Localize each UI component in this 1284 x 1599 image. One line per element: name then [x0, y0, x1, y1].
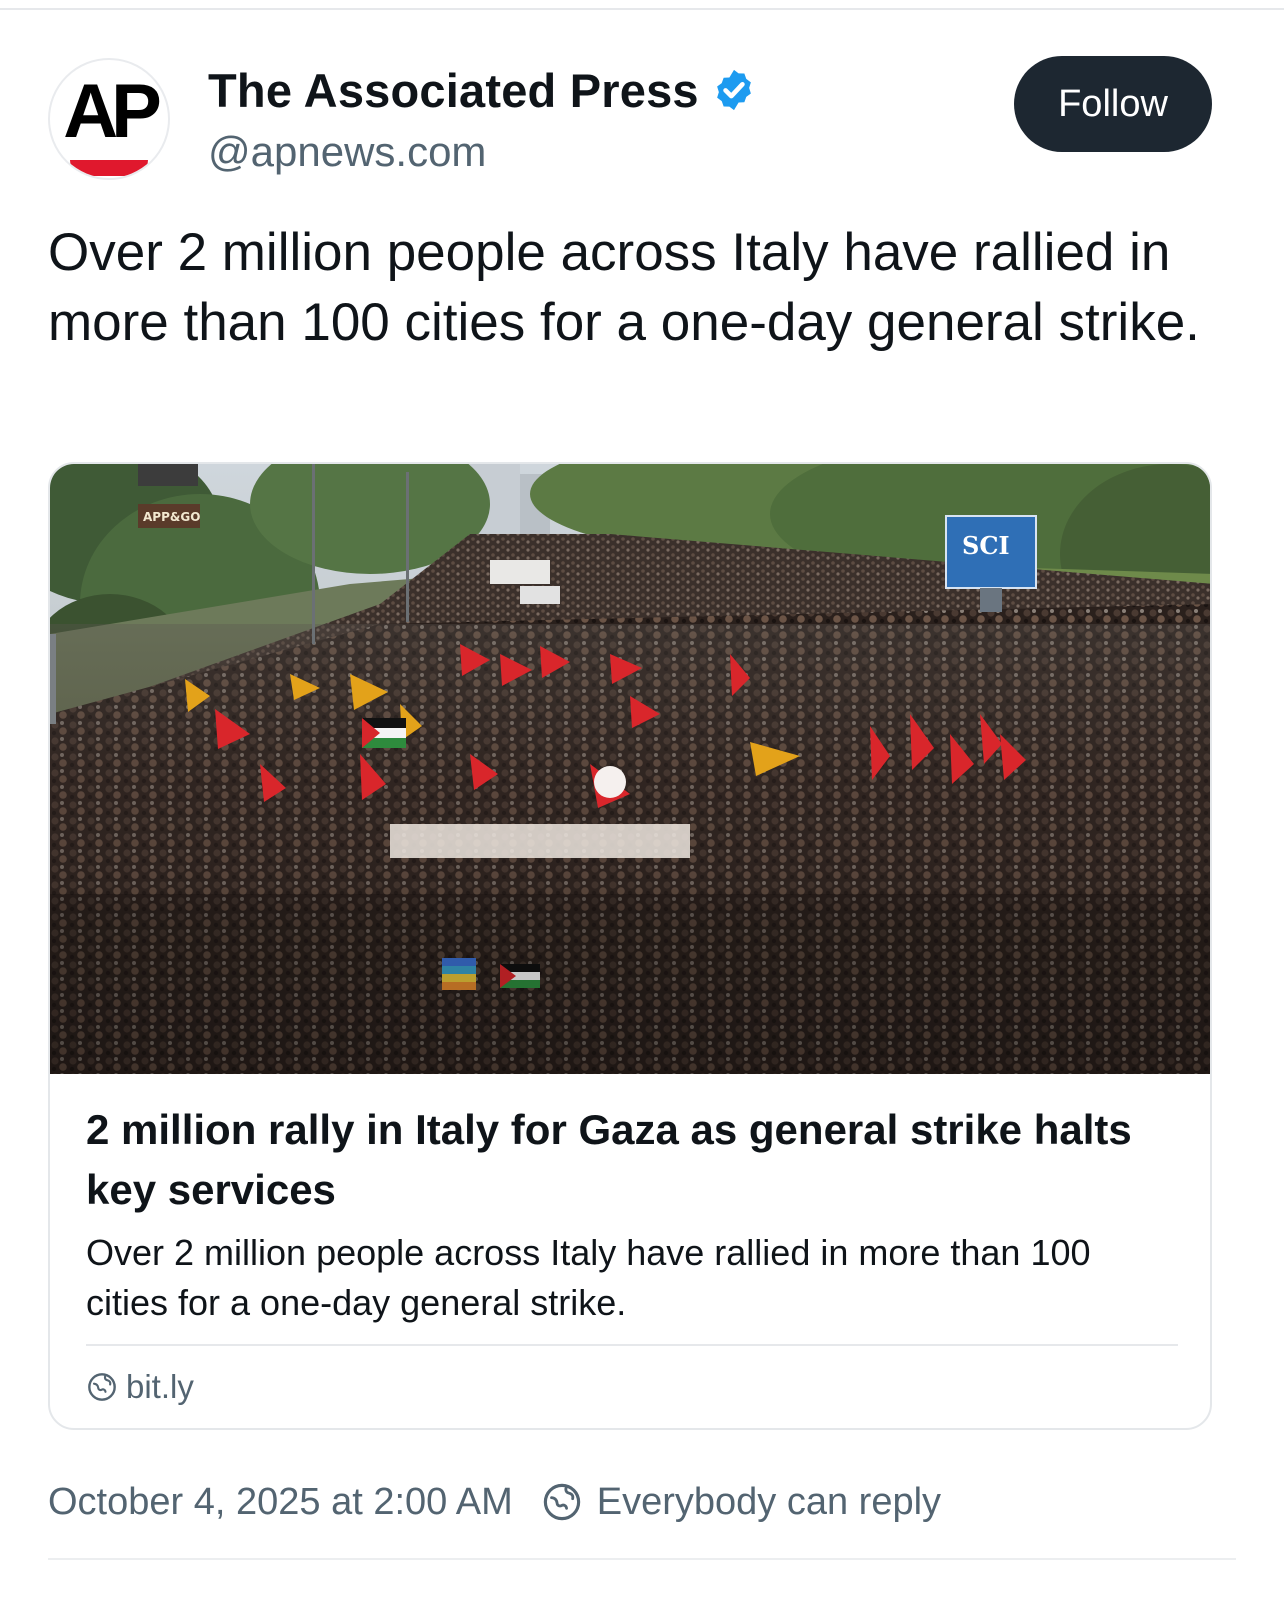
- author-handle[interactable]: @apnews.com: [208, 128, 486, 176]
- reply-setting-label: Everybody can reply: [596, 1480, 942, 1523]
- avatar[interactable]: AP: [48, 58, 170, 180]
- left-sign-text: APP&GO: [143, 510, 200, 524]
- card-source-label[interactable]: bit.ly: [126, 1368, 194, 1406]
- post-timestamp[interactable]: October 4, 2025 at 2:00 AM: [48, 1481, 513, 1524]
- right-sign-text: SCI: [962, 531, 1010, 560]
- ap-logo-bar: [70, 160, 148, 176]
- ap-logo-text: AP: [63, 69, 162, 154]
- display-name[interactable]: The Associated Press: [208, 63, 699, 118]
- bottom-divider: [48, 1558, 1236, 1560]
- post-text: Over 2 million people across Italy have …: [48, 223, 1200, 352]
- author-name-row[interactable]: The Associated Press: [208, 62, 757, 118]
- globe-icon: [86, 1371, 118, 1403]
- card-headline[interactable]: 2 million rally in Italy for Gaza as gen…: [86, 1100, 1166, 1220]
- top-divider: [0, 8, 1284, 10]
- globe-icon: [541, 1481, 583, 1523]
- card-description: Over 2 million people across Italy have …: [86, 1232, 1091, 1323]
- card-source[interactable]: bit.ly: [86, 1364, 194, 1410]
- link-preview-card[interactable]: APP&GO SCI 2 million rally in Italy for …: [48, 462, 1212, 1430]
- post-footer: October 4, 2025 at 2:00 AM Everybody can…: [48, 1476, 941, 1528]
- follow-button[interactable]: Follow: [1014, 56, 1212, 152]
- card-divider: [86, 1344, 1178, 1346]
- reply-setting: Everybody can reply: [541, 1481, 941, 1524]
- verified-badge-icon: [711, 67, 757, 113]
- card-image[interactable]: APP&GO SCI: [50, 464, 1212, 1074]
